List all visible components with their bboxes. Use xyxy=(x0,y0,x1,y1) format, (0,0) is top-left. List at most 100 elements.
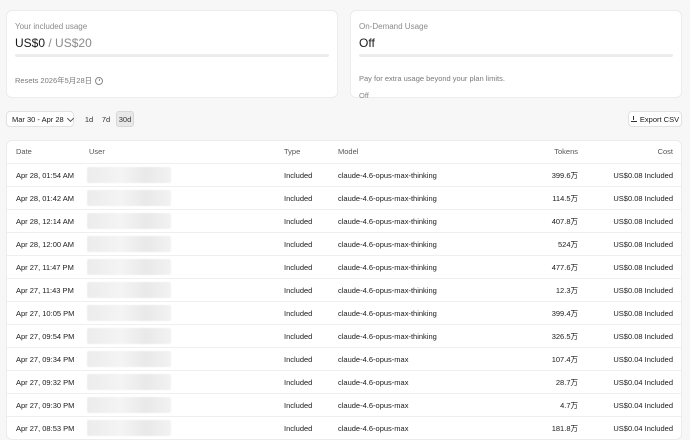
table-row: Apr 28, 01:54 AM Included claude-4.6-opus-… xyxy=(7,163,681,186)
cell-user-redacted xyxy=(87,236,171,252)
cell-model: claude-4.6-opus-max xyxy=(338,355,409,364)
cell-type: Included xyxy=(284,240,313,249)
table-row: Apr 27, 09:32 PM Included claude-4.6-opus-… xyxy=(7,370,681,393)
cell-user-redacted xyxy=(87,420,171,436)
cell-date: Apr 28, 12:14 AM xyxy=(16,217,74,226)
table-row: Apr 27, 08:53 PM Included claude-4.6-opus-… xyxy=(7,416,681,439)
cell-date: Apr 28, 01:42 AM xyxy=(16,194,74,203)
cell-date: Apr 27, 11:47 PM xyxy=(16,263,74,272)
export-csv-button[interactable]: Export CSV xyxy=(628,111,682,127)
cell-model: claude-4.6-opus-max-thinking xyxy=(338,171,437,180)
header-date: Date xyxy=(16,147,32,156)
table-row: Apr 28, 12:00 AM Included claude-4.6-opus-… xyxy=(7,232,681,255)
cell-cost: US$0.04 Included xyxy=(613,378,673,387)
period-1d-button[interactable]: 1d xyxy=(83,111,95,127)
cell-cost: US$0.08 Included xyxy=(613,217,673,226)
cell-date: Apr 27, 10:05 PM xyxy=(16,309,75,318)
cell-tokens: 326.5万 xyxy=(551,332,578,341)
chevron-down-icon xyxy=(66,114,74,122)
cell-model: claude-4.6-opus-max-thinking xyxy=(338,194,437,203)
cell-user-redacted xyxy=(87,397,171,413)
cell-cost: US$0.04 Included xyxy=(613,355,673,364)
cell-date: Apr 28, 01:54 AM xyxy=(16,171,74,180)
table-row: Apr 28, 12:14 AM Included claude-4.6-opus-… xyxy=(7,209,681,232)
info-clock-icon[interactable] xyxy=(95,76,104,85)
cell-model: claude-4.6-opus-max xyxy=(338,378,409,387)
cell-type: Included xyxy=(284,378,313,387)
cell-tokens: 181.8万 xyxy=(551,424,578,433)
cell-date: Apr 27, 09:34 PM xyxy=(16,355,75,364)
cell-model: claude-4.6-opus-max xyxy=(338,401,409,410)
period-7d-button[interactable]: 7d xyxy=(100,111,112,127)
cell-cost: US$0.08 Included xyxy=(613,194,673,203)
cell-tokens: 114.5万 xyxy=(552,194,578,203)
cell-user-redacted xyxy=(87,328,171,344)
table-row: Apr 27, 11:47 PM Included claude-4.6-opus-… xyxy=(7,255,681,278)
usage-toolbar: Mar 30 - Apr 28 1d 7d 30d Export CSV xyxy=(6,111,682,127)
included-usage-card: Your included usage US$0 / US$20 Resets … xyxy=(6,10,338,98)
cell-cost: US$0.04 Included xyxy=(613,424,673,433)
header-tokens: Tokens xyxy=(554,147,578,156)
period-30d-button[interactable]: 30d xyxy=(116,111,134,127)
usage-table: Date User Type Model Tokens Cost Apr 28,… xyxy=(6,140,682,440)
cell-type: Included xyxy=(284,332,313,341)
cell-model: claude-4.6-opus-max-thinking xyxy=(338,240,437,249)
resets-text: Resets 2026年5月28日 xyxy=(15,76,93,85)
usage-progress-bar xyxy=(15,54,329,57)
cell-date: Apr 27, 09:54 PM xyxy=(16,332,75,341)
cell-user-redacted xyxy=(87,351,171,367)
table-header: Date User Type Model Tokens Cost xyxy=(7,141,681,163)
cell-type: Included xyxy=(284,194,313,203)
table-row: Apr 27, 09:54 PM Included claude-4.6-opus-… xyxy=(7,324,681,347)
table-row: Apr 28, 01:42 AM Included claude-4.6-opus-… xyxy=(7,186,681,209)
cell-user-redacted xyxy=(87,167,171,183)
cell-cost: US$0.08 Included xyxy=(613,240,673,249)
cell-tokens: 407.8万 xyxy=(551,217,578,226)
on-demand-value: Off xyxy=(359,36,375,50)
cell-date: Apr 27, 08:53 PM xyxy=(16,424,75,433)
download-icon xyxy=(630,116,637,122)
on-demand-label: On-Demand Usage xyxy=(359,22,428,31)
table-row: Apr 27, 10:05 PM Included claude-4.6-opus-… xyxy=(7,301,681,324)
cell-user-redacted xyxy=(87,190,171,206)
header-model: Model xyxy=(338,147,359,156)
cell-tokens: 4.7万 xyxy=(560,401,578,410)
header-user: User xyxy=(89,147,105,156)
cell-date: Apr 27, 11:43 PM xyxy=(16,286,74,295)
cell-model: claude-4.6-opus-max-thinking xyxy=(338,263,437,272)
cell-model: claude-4.6-opus-max-thinking xyxy=(338,309,437,318)
cell-type: Included xyxy=(284,401,313,410)
cell-cost: US$0.04 Included xyxy=(613,401,673,410)
cell-tokens: 524万 xyxy=(557,240,578,249)
cell-model: claude-4.6-opus-max-thinking xyxy=(338,332,437,341)
cell-user-redacted xyxy=(87,374,171,390)
usage-amount: US$0 / US$20 xyxy=(15,36,92,50)
cell-user-redacted xyxy=(87,213,171,229)
cell-type: Included xyxy=(284,355,313,364)
header-cost: Cost xyxy=(657,147,673,156)
header-type: Type xyxy=(284,147,301,156)
table-row: Apr 27, 09:34 PM Included claude-4.6-opus-… xyxy=(7,347,681,370)
cell-cost: US$0.08 Included xyxy=(613,332,673,341)
usage-used: US$0 xyxy=(15,36,46,50)
cell-cost: US$0.08 Included xyxy=(613,309,673,318)
cell-date: Apr 27, 09:30 PM xyxy=(16,401,75,410)
on-demand-status: Off xyxy=(359,91,369,100)
cell-tokens: 477.6万 xyxy=(551,263,578,272)
on-demand-description: Pay for extra usage beyond your plan lim… xyxy=(359,74,505,83)
cell-model: claude-4.6-opus-max-thinking xyxy=(338,286,437,295)
cell-type: Included xyxy=(284,309,313,318)
cell-model: claude-4.6-opus-max xyxy=(338,424,409,433)
cell-type: Included xyxy=(284,263,313,272)
cell-tokens: 28.7万 xyxy=(555,378,578,387)
cell-type: Included xyxy=(284,171,313,180)
cell-user-redacted xyxy=(87,282,171,298)
included-usage-label: Your included usage xyxy=(15,22,88,31)
cell-model: claude-4.6-opus-max-thinking xyxy=(338,217,437,226)
export-csv-label: Export CSV xyxy=(639,114,680,124)
cell-date: Apr 28, 12:00 AM xyxy=(16,240,74,249)
cell-cost: US$0.08 Included xyxy=(613,263,673,272)
resets-info: Resets 2026年5月28日 xyxy=(15,75,104,86)
usage-limit: US$20 xyxy=(55,36,92,50)
date-range-select[interactable]: Mar 30 - Apr 28 xyxy=(6,111,74,127)
